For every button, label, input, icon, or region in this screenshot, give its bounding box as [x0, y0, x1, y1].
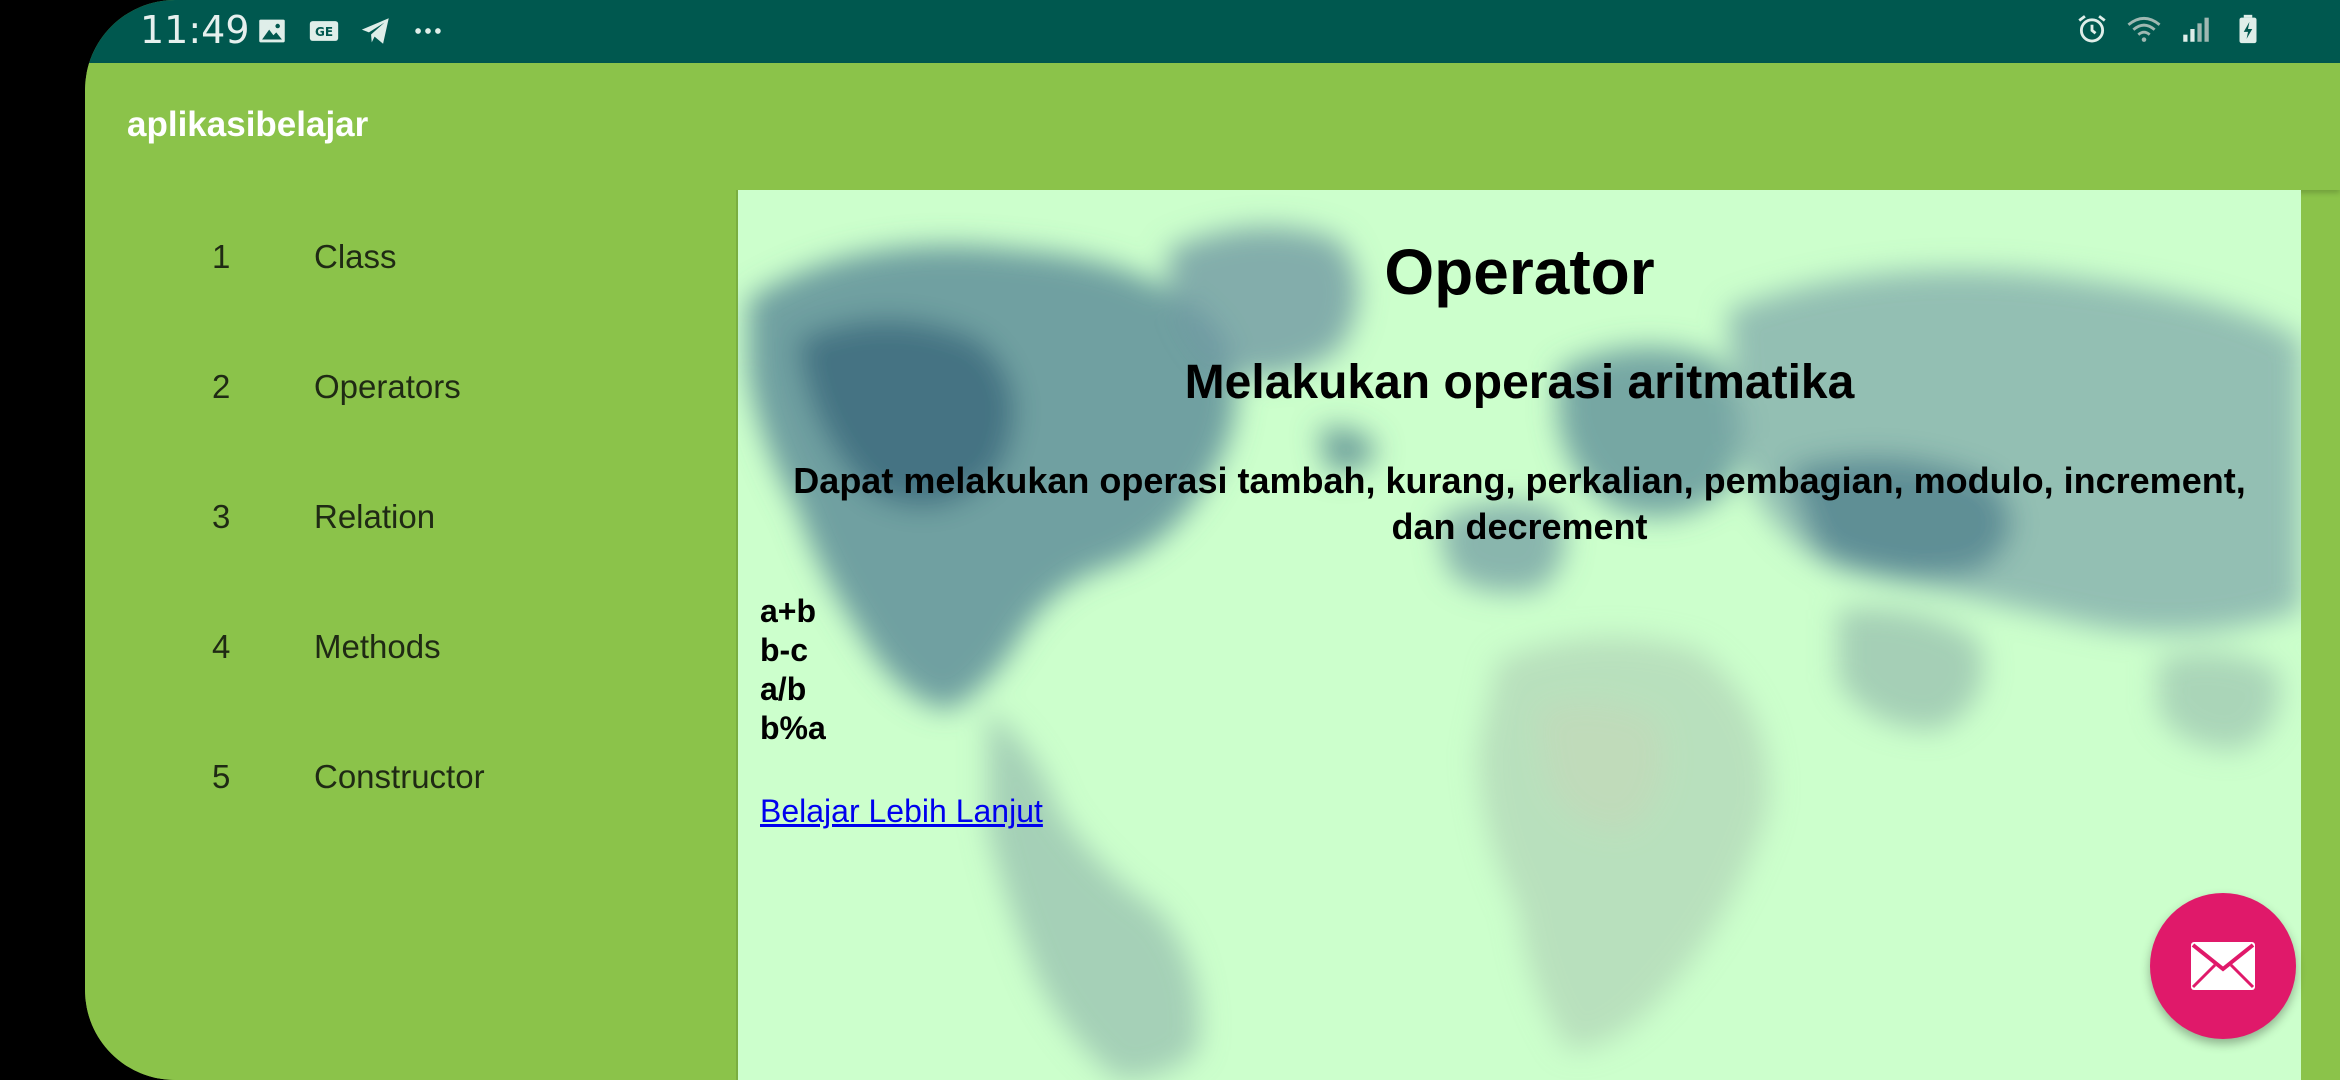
menu-item-number: 1: [212, 238, 231, 275]
app-bar: aplikasibelajar: [85, 63, 2340, 190]
example-item: b-c: [760, 632, 808, 668]
example-item: b%a: [760, 710, 826, 746]
sidebar-item-relation[interactable]: 3 Relation: [85, 472, 737, 562]
menu-item-number: 4: [212, 628, 231, 665]
menu-item-label: Relation: [314, 498, 436, 535]
image-icon: [259, 19, 285, 43]
page-subtitle: Melakukan operasi aritmatika: [1184, 356, 1855, 409]
menu-item-label: Class: [314, 238, 397, 275]
sidebar-item-methods[interactable]: 4 Methods: [85, 602, 737, 692]
wifi-icon: [2127, 16, 2161, 42]
page-title: Operator: [1384, 236, 1655, 308]
menu-item-label: Operators: [314, 368, 461, 405]
menu-item-number: 5: [212, 758, 231, 795]
signal-icon: [2183, 17, 2209, 42]
menu-item-number: 3: [212, 498, 231, 535]
sidebar-menu: 1 Class 2 Operators 3 Relation 4 Methods…: [85, 190, 737, 1080]
content-text: Operator Melakukan operasi aritmatika Da…: [738, 190, 2301, 1080]
sidebar-item-constructor[interactable]: 5 Constructor: [85, 732, 737, 822]
status-time: 11:49: [140, 8, 250, 52]
content-panel[interactable]: Operator Melakukan operasi aritmatika Da…: [738, 190, 2301, 1080]
app-title: aplikasibelajar: [127, 105, 369, 144]
page-description: Dapat melakukan operasi tambah, kurang, …: [793, 460, 2246, 547]
mail-fab-button[interactable]: [2150, 893, 2296, 1039]
learn-more-link[interactable]: Belajar Lebih Lanjut: [760, 793, 1043, 830]
menu-item-label: Constructor: [314, 758, 485, 795]
device-screen: 11:49 GE aplikasibelajar 1 Class 2 Opera…: [85, 0, 2340, 1080]
status-bar: 11:49 GE: [85, 0, 2340, 63]
sidebar-item-class[interactable]: 1 Class: [85, 212, 737, 302]
svg-text:GE: GE: [315, 25, 333, 39]
sidebar-item-operators[interactable]: 2 Operators: [85, 342, 737, 432]
more-icon: [415, 28, 441, 34]
example-item: a+b: [760, 593, 817, 629]
battery-icon: [2239, 14, 2257, 44]
mail-icon: [2191, 942, 2255, 990]
system-icons: [2075, 12, 2265, 46]
ge-icon: GE: [309, 21, 339, 41]
examples-list: a+b b-c a/b b%a: [760, 592, 826, 748]
example-item: a/b: [760, 671, 807, 707]
notification-icons: GE: [255, 14, 445, 48]
menu-item-number: 2: [212, 368, 231, 405]
menu-item-label: Methods: [314, 628, 441, 665]
telegram-icon: [361, 18, 389, 44]
alarm-icon: [2078, 15, 2106, 43]
